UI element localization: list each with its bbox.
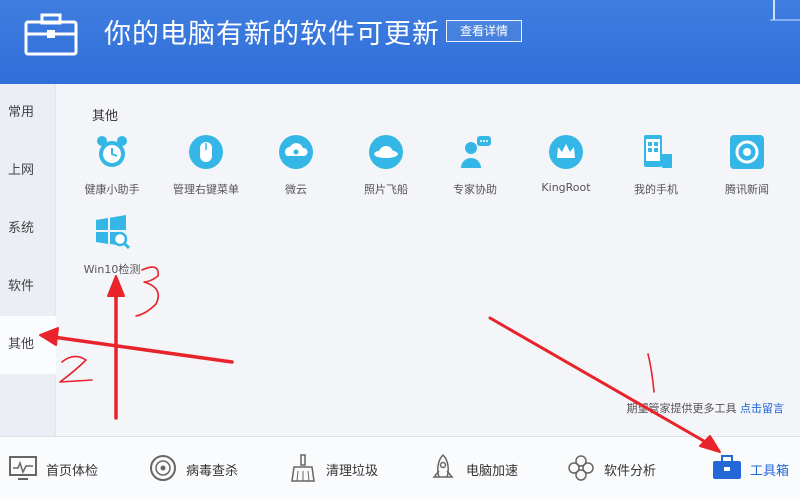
tool-label: 健康小助手 (84, 183, 140, 196)
toolbox-icon (24, 13, 78, 56)
tool-label: 管理右键菜单 (173, 183, 239, 196)
nav-label: 首页体检 (46, 464, 99, 479)
tool-label: 腾讯新闻 (725, 183, 769, 196)
header-banner: 你的电脑有新的软件可更新 查看详情 (0, 0, 800, 84)
tool-context-menu[interactable]: 管理右键菜单 (160, 134, 252, 204)
windows-search-icon (96, 215, 131, 250)
mouse-icon (189, 135, 223, 169)
nav-label: 清理垃圾 (326, 464, 379, 479)
sidebar-item-common[interactable]: 常用 (0, 84, 56, 142)
news-icon (730, 135, 764, 169)
rocket-icon (432, 453, 454, 478)
toolbox-icon (713, 455, 741, 479)
tool-win10-check[interactable]: Win10检测 (66, 214, 158, 284)
broom-icon (291, 454, 315, 482)
phone-icon (644, 135, 672, 168)
tool-health-assistant[interactable]: 健康小助手 (66, 134, 158, 204)
nav-label: 工具箱 (750, 464, 790, 479)
tool-label: Win10检测 (83, 263, 141, 276)
nav-toolbox[interactable]: 工具箱 (712, 453, 796, 483)
nav-software-analysis[interactable]: 软件分析 (566, 453, 676, 483)
tool-my-phone[interactable]: 我的手机 (610, 134, 702, 204)
sidebar-item-software[interactable]: 软件 (0, 258, 56, 316)
update-notice-title: 你的电脑有新的软件可更新 (104, 19, 440, 50)
nav-virus-scan[interactable]: 病毒查杀 (148, 453, 258, 483)
nav-label: 电脑加速 (466, 464, 519, 479)
tool-kingroot[interactable]: KingRoot (520, 134, 612, 204)
section-title: 其他 (92, 109, 119, 124)
expert-chat-icon (461, 136, 491, 168)
leave-message-link[interactable]: 点击留言 (740, 402, 784, 415)
ufo-icon (369, 135, 403, 169)
nav-clean-junk[interactable]: 清理垃圾 (288, 453, 398, 483)
view-details-button[interactable]: 查看详情 (446, 20, 522, 42)
nav-label: 软件分析 (604, 464, 657, 479)
sidebar-item-internet[interactable]: 上网 (0, 142, 56, 200)
tool-expert-assist[interactable]: 专家协助 (429, 134, 521, 204)
window-controls[interactable] (770, 0, 800, 24)
sidebar-item-system[interactable]: 系统 (0, 200, 56, 258)
feedback-hint: 期望管家提供更多工具 点击留言 (627, 400, 785, 416)
target-icon (150, 455, 176, 481)
nav-label: 病毒查杀 (186, 464, 239, 479)
tool-label: KingRoot (541, 181, 591, 194)
nav-speed-up[interactable]: 电脑加速 (428, 453, 538, 483)
tool-weiyun[interactable]: 微云 (250, 134, 342, 204)
tool-label: 专家协助 (453, 183, 497, 196)
cloud-icon (279, 135, 313, 169)
category-sidebar: 常用 上网 系统 软件 其他 (0, 84, 56, 436)
monitor-icon (9, 456, 37, 480)
puzzle-icon (568, 455, 594, 481)
sidebar-item-other[interactable]: 其他 (0, 316, 56, 374)
tool-label: 照片飞船 (364, 183, 408, 196)
hint-text: 期望管家提供更多工具 (626, 402, 737, 415)
nav-home-checkup[interactable]: 首页体检 (8, 453, 118, 483)
alarm-clock-icon (97, 136, 127, 167)
crown-icon (549, 135, 583, 169)
tool-grid-panel: 其他 健康小助手 管理右键菜单 微云 照片飞船 专家协助 KingRoot 我的… (56, 84, 800, 436)
bottom-nav-bar: 首页体检 病毒查杀 清理垃圾 电脑加速 软件分析 工具箱 (0, 436, 800, 500)
tool-label: 我的手机 (634, 183, 678, 196)
tool-photo-ship[interactable]: 照片飞船 (340, 134, 432, 204)
tool-tencent-news[interactable]: 腾讯新闻 (701, 134, 793, 204)
tool-label: 微云 (285, 183, 307, 196)
